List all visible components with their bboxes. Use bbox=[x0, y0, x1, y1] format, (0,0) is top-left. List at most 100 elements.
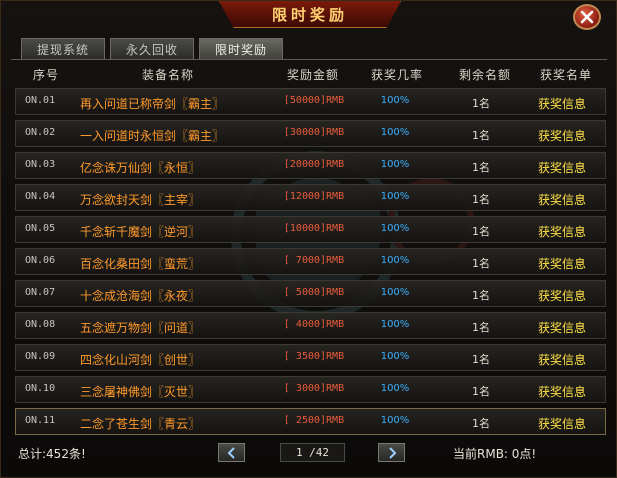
table-row: ON.10 三念屠神佛剑〖灭世〗 [ 3000]RMB 100% 1名 获奖信息 bbox=[15, 376, 606, 403]
item-name: 一入问道时永恒剑〖霸主〗 bbox=[80, 129, 225, 143]
win-rate: 100% bbox=[380, 191, 410, 202]
win-rate: 100% bbox=[380, 127, 410, 138]
item-name: 百念化桑田剑〖蛮荒〗 bbox=[80, 257, 201, 271]
item-name: 十念成沧海剑〖永夜〗 bbox=[80, 289, 201, 303]
tab-limited-reward[interactable]: 限时奖励 bbox=[199, 38, 283, 60]
table-row: ON.11 二念了苍生剑〖青云〗 [ 2500]RMB 100% 1名 获奖信息 bbox=[15, 408, 606, 435]
close-button[interactable] bbox=[573, 4, 601, 30]
item-name: 万念欲封天剑〖主宰〗 bbox=[80, 193, 201, 207]
header-amount: 奖励金额 bbox=[286, 68, 339, 82]
reward-amount: [12000]RMB bbox=[283, 191, 345, 202]
row-number: ON.04 bbox=[25, 191, 56, 202]
row-number: ON.05 bbox=[25, 223, 56, 234]
row-number: ON.11 bbox=[25, 415, 56, 426]
item-name: 二念了苍生剑〖青云〗 bbox=[80, 417, 201, 431]
reward-amount: [ 2500]RMB bbox=[283, 415, 345, 426]
winner-info-link[interactable]: 获奖信息 bbox=[528, 319, 596, 336]
win-rate: 100% bbox=[380, 415, 410, 426]
table-row: ON.08 五念遮万物剑〖问道〗 [ 4000]RMB 100% 1名 获奖信息 bbox=[15, 312, 606, 339]
reward-amount: [20000]RMB bbox=[283, 159, 345, 170]
total-count: 总计:452条! bbox=[18, 447, 86, 461]
remaining-slots: 1名 bbox=[472, 193, 490, 206]
winner-info-link[interactable]: 获奖信息 bbox=[528, 127, 596, 144]
page-indicator: 1 /42 bbox=[280, 443, 345, 462]
next-page-button[interactable] bbox=[378, 443, 405, 462]
table-row: ON.03 亿念诛万仙剑〖永恒〗 [20000]RMB 100% 1名 获奖信息 bbox=[15, 152, 606, 179]
winner-info-link[interactable]: 获奖信息 bbox=[528, 351, 596, 368]
row-number: ON.08 bbox=[25, 319, 56, 330]
win-rate: 100% bbox=[380, 319, 410, 330]
reward-amount: [50000]RMB bbox=[283, 95, 345, 106]
win-rate: 100% bbox=[380, 351, 410, 362]
table-row: ON.09 四念化山河剑〖创世〗 [ 3500]RMB 100% 1名 获奖信息 bbox=[15, 344, 606, 371]
remaining-slots: 1名 bbox=[472, 353, 490, 366]
win-rate: 100% bbox=[380, 159, 410, 170]
win-rate: 100% bbox=[380, 95, 410, 106]
table-header: 序号 装备名称 奖励金额 获奖几率 剩余名额 获奖名单 bbox=[14, 64, 606, 84]
table-row: ON.06 百念化桑田剑〖蛮荒〗 [ 7000]RMB 100% 1名 获奖信息 bbox=[15, 248, 606, 275]
window-title: 限时奖励 bbox=[271, 5, 348, 24]
winner-info-link[interactable]: 获奖信息 bbox=[528, 287, 596, 304]
reward-amount: [ 3500]RMB bbox=[283, 351, 345, 362]
row-number: ON.09 bbox=[25, 351, 56, 362]
remaining-slots: 1名 bbox=[472, 385, 490, 398]
winner-info-link[interactable]: 获奖信息 bbox=[528, 255, 596, 272]
winner-info-link[interactable]: 获奖信息 bbox=[528, 223, 596, 240]
header-winners: 获奖名单 bbox=[539, 68, 592, 82]
remaining-slots: 1名 bbox=[472, 129, 490, 142]
reward-amount: [ 7000]RMB bbox=[283, 255, 345, 266]
item-name: 再入问道已称帝剑〖霸主〗 bbox=[80, 97, 225, 111]
close-icon bbox=[580, 10, 594, 24]
table-row: ON.04 万念欲封天剑〖主宰〗 [12000]RMB 100% 1名 获奖信息 bbox=[15, 184, 606, 211]
tab-permanent-recycle[interactable]: 永久回收 bbox=[110, 38, 194, 60]
table-row: ON.05 千念斩千魔剑〖逆河〗 [10000]RMB 100% 1名 获奖信息 bbox=[15, 216, 606, 243]
win-rate: 100% bbox=[380, 255, 410, 266]
item-name: 三念屠神佛剑〖灭世〗 bbox=[80, 385, 201, 399]
winner-info-link[interactable]: 获奖信息 bbox=[528, 95, 596, 112]
winner-info-link[interactable]: 获奖信息 bbox=[528, 383, 596, 400]
reward-amount: [30000]RMB bbox=[283, 127, 345, 138]
current-rmb: 当前RMB: 0点! bbox=[453, 447, 537, 461]
remaining-slots: 1名 bbox=[472, 257, 490, 270]
item-name: 亿念诛万仙剑〖永恒〗 bbox=[80, 161, 201, 175]
remaining-slots: 1名 bbox=[472, 97, 490, 110]
reward-amount: [ 5000]RMB bbox=[283, 287, 345, 298]
reward-amount: [ 3000]RMB bbox=[283, 383, 345, 394]
table-row: ON.02 一入问道时永恒剑〖霸主〗 [30000]RMB 100% 1名 获奖… bbox=[15, 120, 606, 147]
row-number: ON.10 bbox=[25, 383, 56, 394]
row-number: ON.06 bbox=[25, 255, 56, 266]
row-number: ON.03 bbox=[25, 159, 56, 170]
chevron-right-icon bbox=[388, 446, 396, 459]
win-rate: 100% bbox=[380, 287, 410, 298]
winner-info-link[interactable]: 获奖信息 bbox=[528, 159, 596, 176]
remaining-slots: 1名 bbox=[472, 417, 490, 430]
window-title-plate: 限时奖励 bbox=[219, 1, 401, 28]
row-number: ON.07 bbox=[25, 287, 56, 298]
reward-window: 限时奖励 提现系统 永久回收 限时奖励 序号 装备名称 奖励金额 获奖几率 剩余… bbox=[0, 0, 617, 478]
winner-info-link[interactable]: 获奖信息 bbox=[528, 415, 596, 432]
reward-amount: [ 4000]RMB bbox=[283, 319, 345, 330]
item-name: 五念遮万物剑〖问道〗 bbox=[80, 321, 201, 335]
remaining-slots: 1名 bbox=[472, 289, 490, 302]
winner-info-link[interactable]: 获奖信息 bbox=[528, 191, 596, 208]
header-name: 装备名称 bbox=[141, 68, 194, 82]
item-name: 四念化山河剑〖创世〗 bbox=[80, 353, 201, 367]
table-row: ON.01 再入问道已称帝剑〖霸主〗 [50000]RMB 100% 1名 获奖… bbox=[15, 88, 606, 115]
header-remaining: 剩余名额 bbox=[458, 68, 511, 82]
tab-divider bbox=[11, 59, 607, 60]
header-rate: 获奖几率 bbox=[370, 68, 423, 82]
header-no: 序号 bbox=[32, 68, 59, 82]
row-number: ON.01 bbox=[25, 95, 56, 106]
remaining-slots: 1名 bbox=[472, 161, 490, 174]
table-row: ON.07 十念成沧海剑〖永夜〗 [ 5000]RMB 100% 1名 获奖信息 bbox=[15, 280, 606, 307]
item-name: 千念斩千魔剑〖逆河〗 bbox=[80, 225, 201, 239]
win-rate: 100% bbox=[380, 383, 410, 394]
tab-withdraw-system[interactable]: 提现系统 bbox=[21, 38, 105, 60]
row-number: ON.02 bbox=[25, 127, 56, 138]
remaining-slots: 1名 bbox=[472, 225, 490, 238]
win-rate: 100% bbox=[380, 223, 410, 234]
reward-amount: [10000]RMB bbox=[283, 223, 345, 234]
remaining-slots: 1名 bbox=[472, 321, 490, 334]
chevron-left-icon bbox=[227, 446, 235, 459]
prev-page-button[interactable] bbox=[218, 443, 245, 462]
